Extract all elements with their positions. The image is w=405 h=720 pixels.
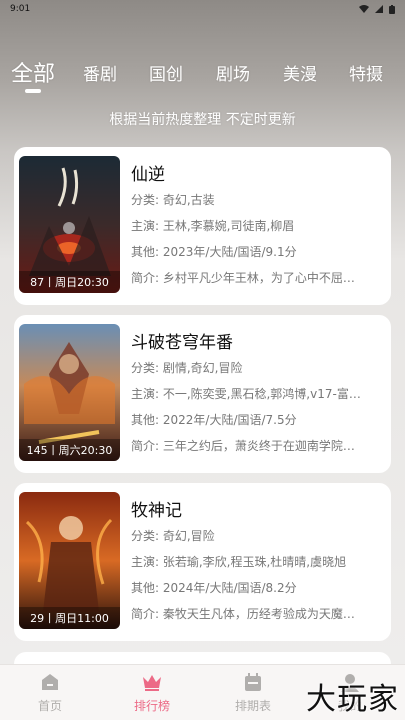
info-other: 其他: 2023年/大陆/国语/9.1分	[131, 243, 385, 260]
anime-card[interactable]: 145丨周六20:30 斗破苍穹年番 分类: 剧情,奇幻,冒险 主演: 不一,陈…	[14, 315, 391, 473]
anime-card[interactable]: 29丨周日11:00 牧神记 分类: 奇幻,冒险 主演: 张若瑜,李欣,程玉珠,…	[14, 483, 391, 641]
info-intro: 简介: 三年之约后，萧炎终于在迦南学院…	[131, 437, 385, 454]
poster-image[interactable]: 87丨周日20:30	[19, 156, 120, 293]
category-value: 奇幻,冒险	[162, 529, 215, 543]
intro-value: 三年之约后，萧炎终于在迦南学院…	[162, 439, 355, 453]
ranking-subtitle: 根据当前热度整理 不定时更新	[109, 112, 296, 128]
home-icon	[42, 674, 58, 690]
intro-label: 简介:	[131, 439, 163, 453]
poster-image[interactable]: 145丨周六20:30	[19, 324, 120, 461]
category-tabs: 全部 番剧 国创 剧场 美漫 特摄	[0, 60, 405, 90]
info-intro: 简介: 秦牧天生凡体，历经考验成为天魔…	[131, 605, 385, 622]
status-icons	[359, 4, 395, 14]
tab-meiman[interactable]: 美漫	[283, 60, 317, 85]
status-bar: 9:01	[0, 0, 405, 18]
cast-label: 主演:	[131, 387, 163, 401]
cast-label: 主演:	[131, 219, 163, 233]
anime-card[interactable]: 87丨周日20:30 仙逆 分类: 奇幻,古装 主演: 王林,李慕婉,司徒南,柳…	[14, 147, 391, 305]
cast-value: 不一,陈奕雯,黑石稔,郭鸿博,v17-富…	[162, 387, 361, 401]
anime-title: 牧神记	[131, 501, 182, 521]
other-label: 其他:	[131, 581, 163, 595]
crown-icon	[143, 675, 161, 691]
other-value: 2024年/大陆/国语/8.2分	[162, 581, 297, 595]
nav-schedule-label: 排期表	[234, 699, 271, 713]
category-label: 分类:	[131, 529, 163, 543]
category-label: 分类:	[131, 361, 163, 375]
watermark-logo: 大玩家	[306, 682, 399, 717]
other-value: 2023年/大陆/国语/9.1分	[162, 245, 297, 259]
calendar-icon	[245, 673, 261, 691]
cast-label: 主演:	[131, 555, 163, 569]
tab-juchang[interactable]: 剧场	[216, 60, 250, 85]
nav-home[interactable]: 首页	[20, 671, 80, 714]
nav-schedule[interactable]: 排期表	[223, 671, 283, 714]
tab-teshe[interactable]: 特摄	[349, 60, 383, 85]
info-other: 其他: 2024年/大陆/国语/8.2分	[131, 579, 385, 596]
cast-value: 王林,李慕婉,司徒南,柳眉	[162, 219, 295, 233]
info-cast: 主演: 王林,李慕婉,司徒南,柳眉	[131, 217, 385, 234]
other-value: 2022年/大陆/国语/7.5分	[162, 413, 297, 427]
nav-ranking-label: 排行榜	[133, 699, 170, 713]
intro-value: 乡村平凡少年王林，为了心中不屈…	[162, 271, 355, 285]
intro-label: 简介:	[131, 607, 163, 621]
info-category: 分类: 奇幻,古装	[131, 191, 385, 208]
tab-guochuang[interactable]: 国创	[149, 60, 183, 85]
category-value: 剧情,奇幻,冒险	[162, 361, 243, 375]
tab-all[interactable]: 全部	[11, 56, 55, 88]
episode-schedule-badge: 29丨周日11:00	[19, 607, 120, 629]
intro-label: 简介:	[131, 271, 163, 285]
nav-ranking[interactable]: 排行榜	[122, 671, 182, 714]
episode-schedule-badge: 145丨周六20:30	[19, 439, 120, 461]
tab-fanju[interactable]: 番剧	[83, 60, 117, 85]
nav-home-label: 首页	[37, 699, 62, 713]
wifi-icon	[359, 5, 369, 13]
info-category: 分类: 奇幻,冒险	[131, 527, 385, 544]
info-category: 分类: 剧情,奇幻,冒险	[131, 359, 385, 376]
info-cast: 主演: 张若瑜,李欣,程玉珠,杜晴晴,虞晓旭	[131, 553, 385, 570]
info-other: 其他: 2022年/大陆/国语/7.5分	[131, 411, 385, 428]
episode-schedule-badge: 87丨周日20:30	[19, 271, 120, 293]
info-cast: 主演: 不一,陈奕雯,黑石稔,郭鸿博,v17-富…	[131, 385, 385, 402]
anime-title: 斗破苍穹年番	[131, 333, 233, 353]
other-label: 其他:	[131, 413, 163, 427]
category-label: 分类:	[131, 193, 163, 207]
signal-icon	[375, 5, 383, 13]
intro-value: 秦牧天生凡体，历经考验成为天魔…	[162, 607, 355, 621]
cast-value: 张若瑜,李欣,程玉珠,杜晴晴,虞晓旭	[162, 555, 347, 569]
info-intro: 简介: 乡村平凡少年王林，为了心中不屈…	[131, 269, 385, 286]
category-value: 奇幻,古装	[162, 193, 215, 207]
poster-image[interactable]: 29丨周日11:00	[19, 492, 120, 629]
tab-indicator	[25, 89, 41, 93]
status-time: 9:01	[10, 4, 31, 14]
anime-title: 仙逆	[131, 165, 165, 185]
other-label: 其他:	[131, 245, 163, 259]
battery-icon	[389, 4, 395, 14]
